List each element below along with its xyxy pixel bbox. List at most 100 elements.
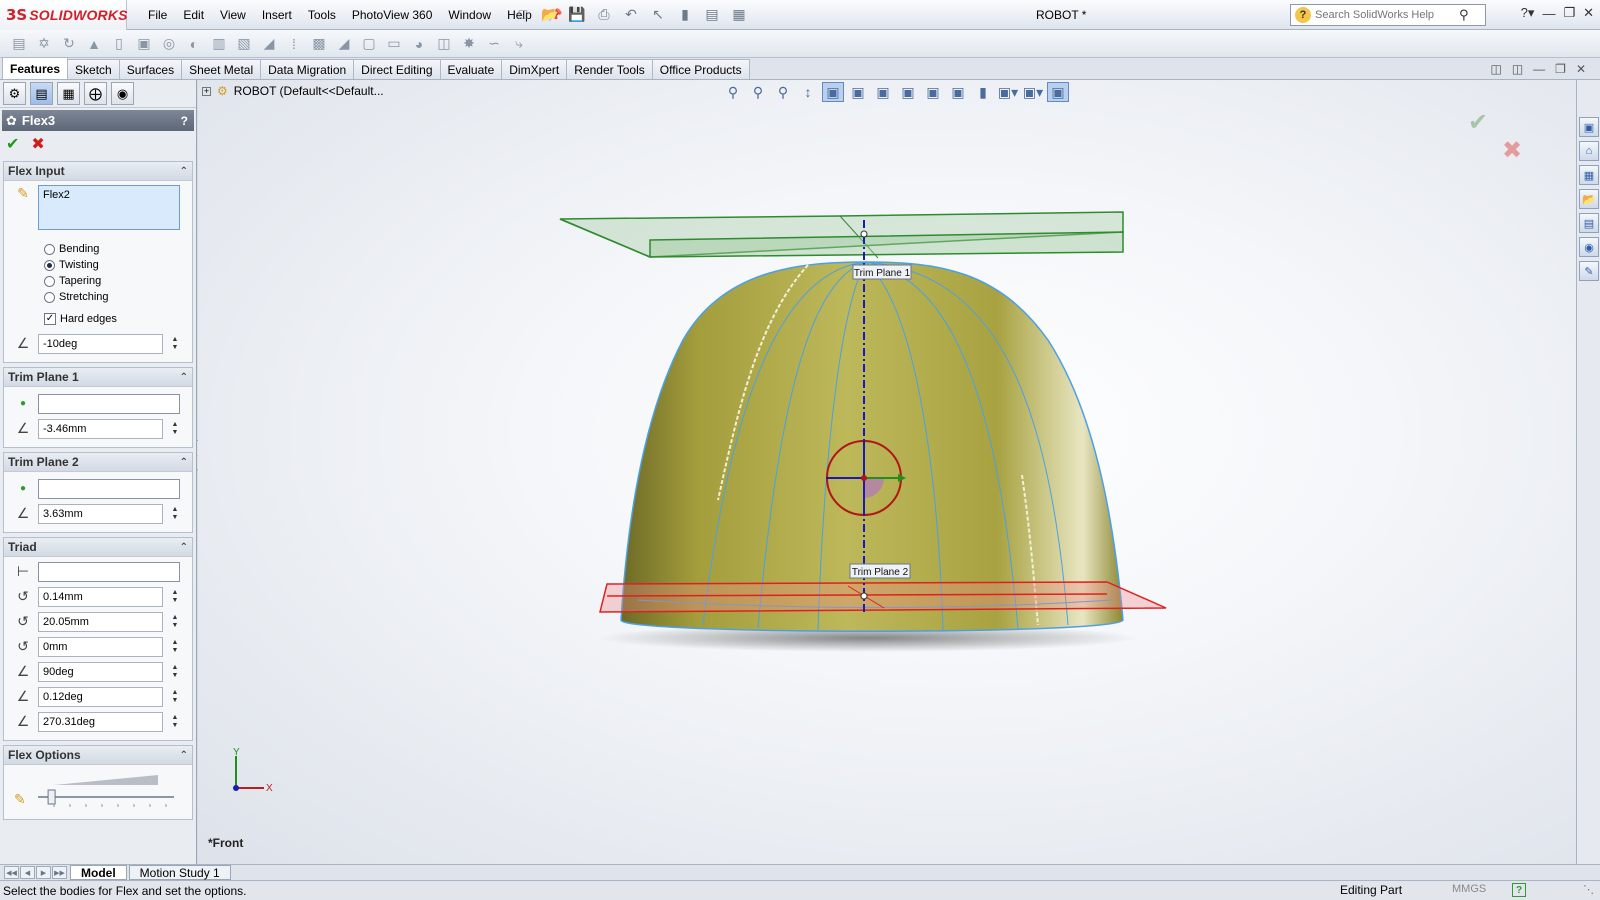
triad-y-spinner[interactable]: ▲ ▼: [169, 614, 181, 630]
triad-y-field[interactable]: 20.05mm: [38, 611, 163, 632]
first-tab-icon[interactable]: ◀◀: [4, 866, 19, 879]
new-document-icon[interactable]: □: [512, 4, 534, 24]
menu-insert[interactable]: Insert: [254, 8, 300, 22]
flex-input-header[interactable]: Flex Input ⌃: [4, 162, 192, 181]
option-twisting[interactable]: Twisting: [8, 257, 188, 273]
doc-restore-icon[interactable]: ❐: [1555, 62, 1566, 76]
loft-icon[interactable]: ▲: [83, 34, 105, 54]
triad-x-spinner[interactable]: ▲ ▼: [169, 589, 181, 605]
shell-icon[interactable]: ▢: [358, 34, 380, 54]
wrap-icon[interactable]: ▭: [383, 34, 405, 54]
option-tapering[interactable]: Tapering: [8, 273, 188, 289]
collapse-chevron-icon[interactable]: ⌃: [180, 372, 188, 383]
extrude-boss-icon[interactable]: ▤: [8, 34, 30, 54]
mirror-icon[interactable]: ◫: [433, 34, 455, 54]
search-icon[interactable]: ⚲: [1459, 7, 1469, 23]
menu-window[interactable]: Window: [440, 8, 499, 22]
triad-reference[interactable]: [38, 561, 180, 582]
curves-icon[interactable]: ∽: [483, 34, 505, 54]
trim-plane-2-header[interactable]: Trim Plane 2 ⌃: [4, 453, 192, 472]
triad-x-field[interactable]: 0.14mm: [38, 586, 163, 607]
angle-spinner[interactable]: ▲ ▼: [169, 336, 181, 352]
tab-evaluate[interactable]: Evaluate: [439, 59, 503, 79]
display-manager-tab-icon[interactable]: ◉: [111, 82, 134, 105]
tab-render-tools[interactable]: Render Tools: [566, 59, 653, 79]
collapse-chevron-icon[interactable]: ⌃: [180, 457, 188, 468]
feature-manager-tab-icon[interactable]: ⚙: [3, 82, 26, 105]
tab-features[interactable]: Features: [2, 57, 69, 79]
tab-dimxpert[interactable]: DimXpert: [501, 59, 568, 79]
trim-plane-1-handle[interactable]: [860, 230, 868, 238]
radio-bending[interactable]: [44, 243, 55, 255]
tile-vertical-icon[interactable]: ◫: [1512, 62, 1523, 76]
trim-plane-1-header[interactable]: Trim Plane 1 ⌃: [4, 368, 192, 387]
custom-properties-icon[interactable]: ✎: [1579, 261, 1599, 281]
tab-sketch[interactable]: Sketch: [67, 59, 120, 79]
triad-z-spinner[interactable]: ▲ ▼: [169, 639, 181, 655]
collapse-chevron-icon[interactable]: ⌃: [180, 166, 188, 177]
view-palette-icon[interactable]: ▤: [1579, 213, 1599, 233]
option-stretching[interactable]: Stretching: [8, 289, 188, 305]
angle-field[interactable]: -10deg: [38, 333, 163, 354]
dome-icon[interactable]: ◕: [408, 34, 430, 54]
boundary-icon[interactable]: ▯: [108, 34, 130, 54]
quick-tips-icon[interactable]: ?: [1512, 883, 1526, 897]
open-icon[interactable]: 📂: [539, 4, 561, 24]
fillet-icon[interactable]: ◢: [258, 34, 280, 54]
trim-plane-2-spinner[interactable]: ▲ ▼: [169, 506, 181, 522]
instant3d-icon[interactable]: ⤷: [508, 34, 530, 54]
trim-plane-2-distance[interactable]: 3.63mm: [38, 503, 163, 524]
save-icon[interactable]: 💾: [566, 4, 588, 24]
dimxpert-manager-tab-icon[interactable]: ⨁: [84, 82, 107, 105]
trim-plane-1-distance[interactable]: -3.46mm: [38, 418, 163, 439]
restore-icon[interactable]: ❐: [1563, 5, 1575, 21]
flex-options-header[interactable]: Flex Options ⌃: [4, 746, 192, 765]
collapse-chevron-icon[interactable]: ⌃: [180, 750, 188, 761]
trim-plane-2-reference[interactable]: [38, 478, 180, 499]
help-menu-icon[interactable]: ?▾: [1521, 5, 1535, 21]
select-icon[interactable]: ↖: [647, 4, 669, 24]
triad-rot-y-spinner[interactable]: ▲ ▼: [169, 689, 181, 705]
help-icon[interactable]: ?: [181, 114, 188, 128]
tab-office-products[interactable]: Office Products: [651, 59, 750, 79]
menu-photoview[interactable]: PhotoView 360: [344, 8, 441, 22]
tab-sheet-metal[interactable]: Sheet Metal: [181, 59, 262, 79]
pattern-icon[interactable]: ⁞: [283, 34, 305, 54]
triad-rot-x-field[interactable]: 90deg: [38, 661, 163, 682]
trim-plane-1-reference[interactable]: [38, 393, 180, 414]
tab-data-migration[interactable]: Data Migration: [260, 59, 355, 79]
triad-rot-y-field[interactable]: 0.12deg: [38, 686, 163, 707]
bodies-selection-box[interactable]: Flex2: [38, 185, 180, 230]
minimize-icon[interactable]: —: [1542, 6, 1555, 21]
graphics-area[interactable]: + ⚙ ROBOT (Default<<Default... ⚲ ⚲ ⚲ ↕ ▣…: [198, 80, 1576, 864]
rib-icon[interactable]: ▩: [308, 34, 330, 54]
reference-geometry-icon[interactable]: ✸: [458, 34, 480, 54]
cancel-button[interactable]: ✖: [31, 134, 44, 154]
trim-plane-1-spinner[interactable]: ▲ ▼: [169, 421, 181, 437]
revolve-cut-icon[interactable]: ◐: [183, 34, 205, 54]
close-icon[interactable]: ✕: [1583, 5, 1594, 21]
rebuild-icon[interactable]: ▮: [674, 4, 696, 24]
accuracy-slider[interactable]: [34, 769, 184, 815]
collapse-chevron-icon[interactable]: ⌃: [180, 542, 188, 553]
ok-button[interactable]: ✔: [6, 134, 19, 154]
triad-rot-z-spinner[interactable]: ▲ ▼: [169, 714, 181, 730]
triad-header[interactable]: Triad ⌃: [4, 538, 192, 557]
solidworks-resources-icon[interactable]: ▣: [1579, 117, 1599, 137]
property-manager-tab-icon[interactable]: ▤: [30, 82, 53, 105]
swept-cut-icon[interactable]: ▥: [208, 34, 230, 54]
radio-tapering[interactable]: [44, 275, 55, 287]
menu-edit[interactable]: Edit: [175, 8, 212, 22]
option-bending[interactable]: Bending: [8, 241, 188, 257]
next-tab-icon[interactable]: ▶: [36, 866, 51, 879]
configuration-manager-tab-icon[interactable]: ▦: [57, 82, 80, 105]
lofted-cut-icon[interactable]: ▧: [233, 34, 255, 54]
last-tab-icon[interactable]: ▶▶: [52, 866, 67, 879]
doc-close-icon[interactable]: ✕: [1576, 62, 1586, 76]
menu-tools[interactable]: Tools: [300, 8, 344, 22]
model-viewport[interactable]: Trim Plane 1 Trim Plane 2: [198, 80, 1576, 864]
hole-wizard-icon[interactable]: ◎: [158, 34, 180, 54]
file-explorer-icon[interactable]: 📂: [1579, 189, 1599, 209]
triad-z-field[interactable]: 0mm: [38, 636, 163, 657]
revolve-icon[interactable]: ✡: [33, 34, 55, 54]
